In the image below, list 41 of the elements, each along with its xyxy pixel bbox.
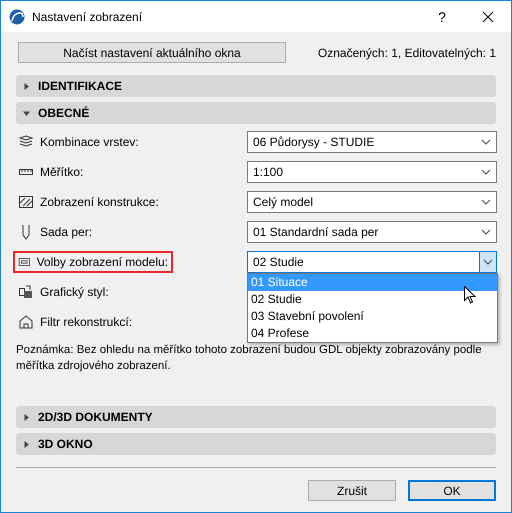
help-button[interactable]: ? xyxy=(419,1,465,32)
field-label: Filtr rekonstrukcí: xyxy=(13,311,173,333)
section-header[interactable]: IDENTIFIKACE xyxy=(16,75,496,97)
ok-button[interactable]: OK xyxy=(408,480,496,501)
dropdown-option[interactable]: 04 Profese xyxy=(248,325,497,342)
chevron-down-icon xyxy=(481,139,491,145)
house-icon xyxy=(18,314,34,330)
dropdown-select[interactable]: 01 Standardní sada per xyxy=(247,221,497,243)
app-logo-icon xyxy=(9,8,25,24)
selection-counts: Označených: 1, Editovatelných: 1 xyxy=(318,46,496,60)
chevron-down-icon xyxy=(481,169,491,175)
expand-arrow-icon xyxy=(23,82,30,90)
section-header[interactable]: OBECNÉ xyxy=(16,102,496,124)
cursor-icon xyxy=(464,286,476,304)
dropdown-select[interactable]: 02 Studie xyxy=(247,251,497,273)
dropdown-option[interactable]: 03 Stavební povolení xyxy=(248,308,497,325)
field-label: Zobrazení konstrukce: xyxy=(13,191,173,213)
field-label: Sada per: xyxy=(13,221,173,243)
section-header[interactable]: 3D OKNO xyxy=(16,433,496,455)
load-settings-button[interactable]: Načíst nastavení aktuálního okna xyxy=(18,42,286,63)
dropdown-select[interactable]: Celý model xyxy=(247,191,497,213)
cancel-button[interactable]: Zrušit xyxy=(308,480,396,501)
expand-arrow-icon xyxy=(23,414,30,420)
dropdown-select[interactable]: 06 Půdorysy - STUDIE xyxy=(247,131,497,153)
highlighted-label: Volby zobrazení modelu: xyxy=(13,251,173,273)
chevron-down-icon xyxy=(481,199,491,205)
field-label: Kombinace vrstev: xyxy=(13,131,173,153)
chevron-down-icon xyxy=(481,229,491,235)
field-label: Měřítko: xyxy=(13,161,173,183)
dropdown-select[interactable]: 1:100 xyxy=(247,161,497,183)
collapse-arrow-icon xyxy=(23,110,30,116)
section-header[interactable]: 2D/3D DOKUMENTY xyxy=(16,406,496,428)
note-text: Poznámka: Bez ohledu na měřítko tohoto zobrazení budou GDL objekty zobrazovány podle měřítka zdrojového zobrazení. xyxy=(16,343,483,374)
hatch-icon xyxy=(18,194,34,210)
graphic-style-icon xyxy=(18,284,34,300)
dropdown-option[interactable]: 02 Studie xyxy=(248,291,497,308)
chevron-down-icon xyxy=(483,259,493,265)
expand-arrow-icon xyxy=(23,440,30,448)
field-label: Grafický styl: xyxy=(13,281,173,303)
close-icon xyxy=(482,10,494,22)
window-title: Nastavení zobrazení xyxy=(32,10,144,24)
